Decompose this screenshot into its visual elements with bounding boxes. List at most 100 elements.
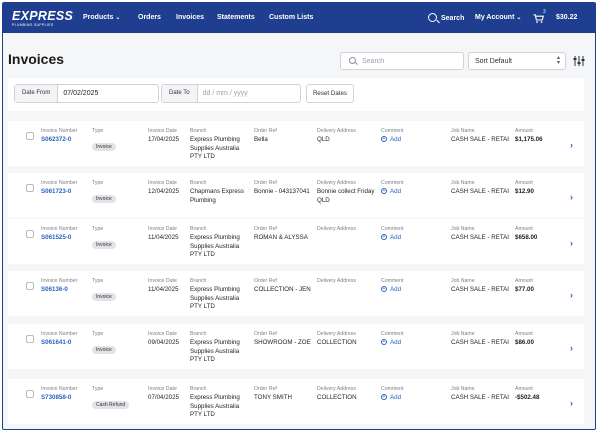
chevron-right-icon[interactable]: › (570, 398, 573, 408)
invoice-number-link[interactable]: S06136-0 (41, 286, 91, 295)
cell-type: Type Cash Refund (92, 386, 142, 411)
column-header-invoice-number: Invoice Number (41, 331, 78, 337)
cell-value-amount: $12.90 (515, 188, 534, 195)
cell-branch: Branch Chapmans Express Plumbing (190, 180, 252, 205)
date-from-value[interactable]: 07/02/2025 (58, 85, 103, 102)
reset-dates-button[interactable]: Reset Dates (306, 84, 354, 103)
row-checkbox[interactable] (26, 282, 34, 290)
cell-order-ref: Order Ref ROMAN & ALYSSA (254, 226, 314, 243)
cell-order-ref: Order Ref Bonnie - 043137041 (254, 180, 314, 197)
add-comment-button[interactable]: + Add (381, 394, 421, 403)
nav-statements[interactable]: Statements (217, 14, 255, 21)
invoice-search-input[interactable] (362, 55, 460, 67)
column-header-order-ref: Order Ref (254, 226, 277, 232)
column-header-invoice-number: Invoice Number (41, 180, 78, 186)
table-row[interactable]: Invoice Number S061525-0 Type Invoice Invoic… (8, 219, 584, 264)
table-row[interactable]: Invoice Number S061641-0 Type Invoice Invoic… (8, 324, 584, 369)
cell-value-amount: $77.00 (515, 286, 534, 293)
cell-value-branch: Express Plumbing Supplies Australia PTY … (190, 339, 240, 363)
cell-value-branch: Express Plumbing Supplies Australia PTY … (190, 234, 240, 258)
column-header-invoice-date: Invoice Date (148, 128, 177, 134)
column-header-invoice-number: Invoice Number (41, 226, 78, 232)
column-header-invoice-number: Invoice Number (41, 278, 78, 284)
date-from-field[interactable]: Date From 07/02/2025 (14, 84, 159, 103)
add-comment-label: Add (390, 136, 402, 143)
column-header-type: Type (92, 226, 104, 232)
cell-value-job-name: CASH SALE - RETAI (451, 188, 509, 195)
column-header-comment: Comment (381, 180, 404, 186)
cell-invoice-date: Invoice Date 07/04/2025 (148, 386, 190, 403)
table-row[interactable]: Invoice Number S06136-0 Type Invoice Invoice… (8, 271, 584, 316)
column-header-branch: Branch (190, 386, 207, 392)
row-checkbox[interactable] (26, 132, 34, 140)
chevron-right-icon[interactable]: › (570, 290, 573, 300)
column-header-branch: Branch (190, 331, 207, 337)
cell-delivery-address: Delivery Address QLD (317, 128, 379, 145)
row-checkbox[interactable] (26, 230, 34, 238)
chevron-right-icon[interactable]: › (570, 238, 573, 248)
cell-value-delivery-address: COLLECTION (317, 339, 357, 346)
table-row[interactable]: Invoice Number S062372-0 Type Invoice Invoic… (8, 121, 584, 166)
date-to-field[interactable]: Date To dd / mm / yyyy (161, 84, 301, 103)
date-to-placeholder[interactable]: dd / mm / yyyy (198, 85, 253, 102)
column-header-amount: Amount (515, 180, 533, 186)
nav-search-button[interactable]: Search (428, 11, 464, 22)
cart-total[interactable]: $30.22 (556, 14, 577, 21)
cell-branch: Branch Express Plumbing Supplies Australi… (190, 386, 252, 420)
column-header-order-ref: Order Ref (254, 278, 277, 284)
invoice-number-link[interactable]: S061723-0 (41, 188, 91, 197)
cell-branch: Branch Express Plumbing Supplies Australi… (190, 226, 252, 260)
invoice-number-link[interactable]: S061525-0 (41, 234, 91, 243)
cell-value-invoice-date: 12/04/2025 (148, 188, 179, 195)
cell-invoice-date: Invoice Date 11/04/2025 (148, 278, 190, 295)
column-header-invoice-date: Invoice Date (148, 331, 177, 337)
sort-select[interactable]: Sort Default ▴ ▾ (468, 52, 566, 70)
plus-circle-icon: + (381, 234, 387, 241)
column-header-amount: Amount (515, 128, 533, 134)
column-header-amount: Amount (515, 278, 533, 284)
invoice-number-link[interactable]: S062372-0 (41, 136, 91, 145)
invoice-number-link[interactable]: S061641-0 (41, 339, 91, 348)
plus-circle-icon: + (381, 339, 387, 346)
cart-count-badge: 3 (543, 9, 546, 15)
column-header-branch: Branch (190, 278, 207, 284)
row-checkbox[interactable] (26, 184, 34, 192)
nav-invoices[interactable]: Invoices (176, 14, 204, 21)
cell-value-invoice-date: 11/04/2025 (148, 234, 179, 241)
cell-amount: Amount $77.00 (515, 278, 565, 295)
cell-invoice-number: Invoice Number S730858-0 (41, 386, 91, 403)
add-comment-label: Add (390, 188, 402, 195)
filter-sliders-icon[interactable] (573, 55, 585, 67)
column-header-job-name: Job Name (451, 278, 475, 284)
cell-value-delivery-address: Bonnie collect Friday QLD (317, 188, 375, 204)
table-row[interactable]: Invoice Number S061723-0 Type Invoice Invoic… (8, 173, 584, 218)
cell-value-job-name: CASH SALE - RETAI (451, 394, 509, 401)
invoice-search-field[interactable] (340, 52, 464, 70)
row-checkbox[interactable] (26, 390, 34, 398)
cell-amount: Amount -$502.48 (515, 386, 565, 403)
cell-value-job-name: CASH SALE - RETAI (451, 286, 509, 293)
column-header-delivery-address: Delivery Address (317, 386, 356, 392)
nav-custom-lists[interactable]: Custom Lists (269, 14, 313, 21)
nav-products[interactable]: Products ⌄ (83, 14, 120, 21)
brand-logo[interactable]: EXPRESS PLUMBING SUPPLIES (12, 10, 73, 27)
cell-delivery-address: Delivery Address (317, 278, 379, 286)
add-comment-button[interactable]: + Add (381, 234, 421, 243)
chevron-right-icon[interactable]: › (570, 343, 573, 353)
invoice-number-link[interactable]: S730858-0 (41, 394, 91, 403)
table-row[interactable]: Invoice Number S730858-0 Type Cash Refund In… (8, 379, 584, 424)
add-comment-button[interactable]: + Add (381, 136, 421, 145)
add-comment-button[interactable]: + Add (381, 188, 421, 197)
date-filter-bar: Date From 07/02/2025 Date To dd / mm / y… (8, 78, 584, 111)
cart-icon[interactable] (533, 14, 544, 23)
cell-value-invoice-date: 07/04/2025 (148, 394, 179, 401)
add-comment-button[interactable]: + Add (381, 286, 421, 295)
add-comment-label: Add (390, 286, 402, 293)
column-header-order-ref: Order Ref (254, 180, 277, 186)
my-account-menu[interactable]: My Account ⌄ (475, 14, 521, 21)
chevron-right-icon[interactable]: › (570, 140, 573, 150)
chevron-right-icon[interactable]: › (570, 192, 573, 202)
add-comment-button[interactable]: + Add (381, 339, 421, 348)
row-checkbox[interactable] (26, 335, 34, 343)
nav-orders[interactable]: Orders (138, 14, 161, 21)
